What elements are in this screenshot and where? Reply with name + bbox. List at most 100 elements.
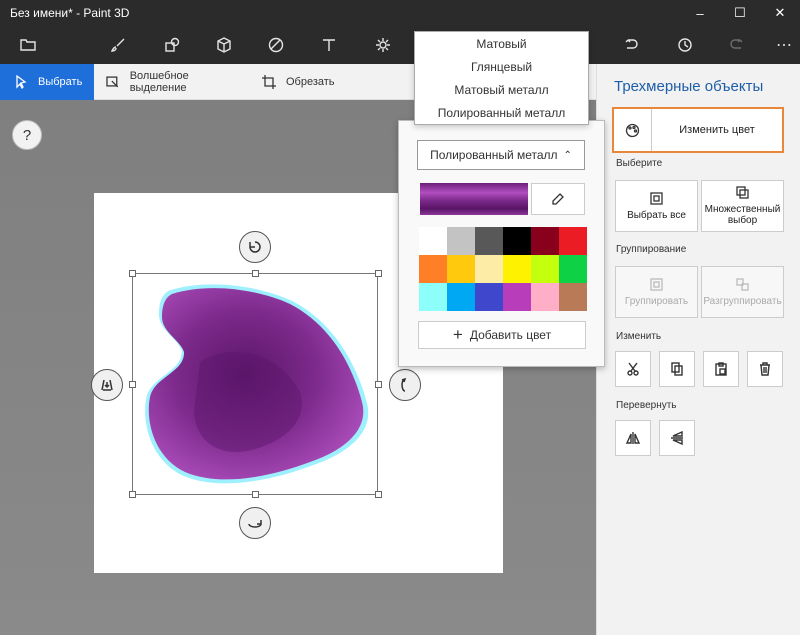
cut-button[interactable]	[615, 351, 651, 387]
window-title: Без имени* - Paint 3D	[10, 6, 130, 20]
history-icon[interactable]	[667, 26, 703, 64]
magic-select-icon	[106, 76, 119, 88]
color-swatch[interactable]	[503, 255, 531, 283]
eyedropper-button[interactable]	[531, 183, 585, 215]
color-swatch[interactable]	[475, 227, 503, 255]
menu-item-polished-metal[interactable]: Полированный металл	[415, 101, 588, 124]
current-color-preview	[420, 183, 528, 215]
color-swatch[interactable]	[531, 227, 559, 255]
resize-handle-bottom-right[interactable]	[375, 491, 382, 498]
resize-handle-bottom-left[interactable]	[129, 491, 136, 498]
rotate-x-button[interactable]	[239, 507, 271, 539]
rotate-vertical-icon	[401, 377, 407, 392]
change-color-label: Изменить цвет	[679, 124, 755, 136]
color-swatch[interactable]	[419, 255, 447, 283]
color-swatch[interactable]	[447, 227, 475, 255]
copy-icon	[671, 362, 683, 376]
shapes-2d-icon[interactable]	[154, 26, 190, 64]
finish-dropdown[interactable]: Полированный металл ⌃	[417, 140, 585, 170]
resize-handle-top[interactable]	[252, 270, 259, 277]
multi-select-icon	[736, 186, 749, 199]
crop-button[interactable]: Обрезать	[262, 64, 352, 100]
section-select-label: Выберите	[616, 158, 663, 169]
close-button[interactable]: ✕	[760, 0, 800, 26]
cube-3d-icon[interactable]	[206, 26, 242, 64]
more-icon[interactable]: ⋯	[766, 26, 800, 64]
cursor-icon	[16, 75, 27, 89]
copy-button[interactable]	[659, 351, 695, 387]
selection-box[interactable]	[132, 273, 378, 495]
resize-handle-top-left[interactable]	[129, 270, 136, 277]
multi-select-button[interactable]: Множественный выбор	[701, 180, 784, 232]
ungroup-label: Разгруппировать	[703, 295, 782, 307]
select-all-button[interactable]: Выбрать все	[615, 180, 698, 232]
minimize-button[interactable]: –	[680, 0, 720, 26]
plus-icon: +	[452, 325, 463, 344]
resize-handle-left[interactable]	[129, 381, 136, 388]
title-bar: Без имени* - Paint 3D – ☐ ✕	[0, 0, 800, 26]
group-button[interactable]: Группировать	[615, 266, 698, 318]
select-tool-button[interactable]: Выбрать	[0, 64, 94, 100]
depth-button[interactable]	[91, 369, 123, 401]
color-swatch[interactable]	[531, 283, 559, 311]
eyedropper-icon	[552, 193, 564, 205]
resize-handle-bottom[interactable]	[252, 491, 259, 498]
color-swatch[interactable]	[531, 255, 559, 283]
effects-icon[interactable]	[365, 26, 401, 64]
finish-menu: Матовый Глянцевый Матовый металл Полиров…	[414, 31, 589, 125]
palette-icon	[614, 109, 652, 151]
chevron-up-icon: ⌃	[563, 149, 572, 161]
resize-handle-top-right[interactable]	[375, 270, 382, 277]
color-swatch[interactable]	[559, 255, 587, 283]
color-swatch[interactable]	[475, 255, 503, 283]
color-swatch[interactable]	[475, 283, 503, 311]
section-edit-label: Изменить	[616, 331, 662, 342]
resize-handle-right[interactable]	[375, 381, 382, 388]
flip-horizontal-icon	[626, 432, 640, 444]
menu-item-dull-metal[interactable]: Матовый металл	[415, 78, 588, 101]
color-swatch[interactable]	[419, 227, 447, 255]
menu-item-gloss[interactable]: Глянцевый	[415, 55, 588, 78]
maximize-button[interactable]: ☐	[720, 0, 760, 26]
help-button[interactable]: ?	[12, 120, 42, 150]
multi-select-label: Множественный выбор	[704, 204, 781, 226]
menu-item-matte[interactable]: Матовый	[415, 32, 588, 55]
color-swatch[interactable]	[503, 227, 531, 255]
crop-label: Обрезать	[286, 76, 335, 88]
magic-select-button[interactable]: Волшебное выделение	[106, 64, 246, 100]
text-icon[interactable]	[311, 26, 347, 64]
delete-button[interactable]	[747, 351, 783, 387]
flip-horizontal-button[interactable]	[615, 420, 651, 456]
ungroup-button[interactable]: Разгруппировать	[701, 266, 784, 318]
rotate-y-button[interactable]	[389, 369, 421, 401]
flip-vertical-icon	[671, 431, 683, 445]
undo-icon[interactable]	[613, 26, 649, 64]
change-color-button[interactable]: Изменить цвет	[612, 107, 784, 153]
add-color-label: Добавить цвет	[469, 328, 552, 342]
trash-icon	[760, 362, 770, 376]
group-label: Группировать	[624, 295, 689, 307]
paste-icon	[715, 362, 727, 376]
paste-button[interactable]	[703, 351, 739, 387]
brush-icon[interactable]	[100, 26, 136, 64]
select-all-icon	[650, 191, 663, 205]
main-toolbar: ⋯	[0, 26, 800, 64]
depth-icon	[101, 379, 113, 391]
color-swatch[interactable]	[559, 227, 587, 255]
folder-icon[interactable]	[10, 26, 46, 64]
color-swatch[interactable]	[419, 283, 447, 311]
sticker-icon[interactable]	[258, 26, 294, 64]
rotate-z-button[interactable]	[239, 231, 271, 263]
flip-vertical-button[interactable]	[659, 420, 695, 456]
select-tool-label: Выбрать	[38, 76, 83, 88]
section-flip-label: Перевернуть	[616, 400, 677, 411]
color-swatch[interactable]	[447, 255, 475, 283]
color-swatch[interactable]	[447, 283, 475, 311]
panel-title: Трехмерные объекты	[614, 78, 764, 95]
color-swatch[interactable]	[503, 283, 531, 311]
redo-icon[interactable]	[719, 26, 755, 64]
color-swatch[interactable]	[559, 283, 587, 311]
finish-dropdown-value: Полированный металл	[430, 148, 558, 162]
scissors-icon	[627, 362, 639, 376]
add-color-button[interactable]: + Добавить цвет	[418, 321, 586, 349]
